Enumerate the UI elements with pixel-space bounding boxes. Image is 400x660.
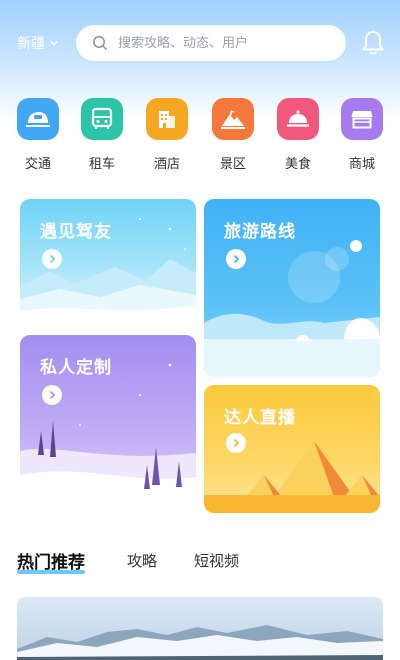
content-tabs: 热门推荐 攻略 短视频 (17, 546, 387, 580)
search-icon (93, 36, 108, 51)
feed-item-image[interactable] (17, 597, 383, 660)
card-title: 旅游路线 (224, 222, 296, 242)
mountain-icon (212, 98, 254, 140)
arrow-right-icon[interactable] (42, 249, 62, 269)
chevron-down-icon (50, 41, 58, 46)
active-tab-underline (17, 570, 85, 574)
arrow-right-icon[interactable] (226, 249, 246, 269)
category-scenic[interactable]: 景区 (205, 98, 261, 172)
category-label: 租车 (88, 157, 115, 172)
category-bar: 交通 租车 酒店 景区 美食 商城 (0, 98, 400, 178)
category-label: 商城 (348, 157, 375, 172)
arrow-right-icon[interactable] (226, 433, 246, 453)
cloche-icon (277, 98, 319, 140)
region-selector[interactable]: 新疆 (17, 33, 59, 53)
snowy-mountain-photo (17, 597, 383, 660)
category-label: 酒店 (153, 157, 180, 172)
card-live-stream[interactable]: 达人直播 (204, 385, 380, 513)
bell-icon[interactable] (360, 29, 386, 57)
tab-guides[interactable]: 攻略 (127, 550, 157, 571)
category-hotel[interactable]: 酒店 (139, 98, 195, 172)
search-input[interactable] (118, 35, 318, 51)
card-title: 私人定制 (40, 358, 112, 378)
card-custom-tour[interactable]: 私人定制 (20, 335, 196, 513)
header: 新疆 (0, 22, 400, 64)
tab-short-videos[interactable]: 短视频 (194, 550, 239, 571)
tab-label: 短视频 (194, 552, 240, 570)
category-car-rental[interactable]: 租车 (74, 98, 130, 172)
tab-label: 攻略 (127, 552, 158, 570)
category-traffic[interactable]: 交通 (10, 98, 66, 172)
card-title: 遇见驾友 (40, 222, 112, 242)
category-label: 景区 (219, 157, 246, 172)
tab-hot-recommend[interactable]: 热门推荐 (17, 548, 85, 574)
region-label: 新疆 (17, 36, 45, 52)
search-bar[interactable] (76, 25, 346, 61)
category-mall[interactable]: 商城 (334, 98, 390, 172)
card-travel-routes[interactable]: 旅游路线 (204, 199, 380, 377)
shop-icon (341, 98, 383, 140)
category-food[interactable]: 美食 (270, 98, 326, 172)
bus-icon (81, 98, 123, 140)
card-title: 达人直播 (224, 408, 296, 428)
hotel-icon (146, 98, 188, 140)
category-label: 美食 (284, 157, 311, 172)
train-icon (17, 98, 59, 140)
arrow-right-icon[interactable] (42, 385, 62, 405)
card-driver-friends[interactable]: 遇见驾友 (20, 199, 196, 327)
category-label: 交通 (24, 157, 51, 172)
